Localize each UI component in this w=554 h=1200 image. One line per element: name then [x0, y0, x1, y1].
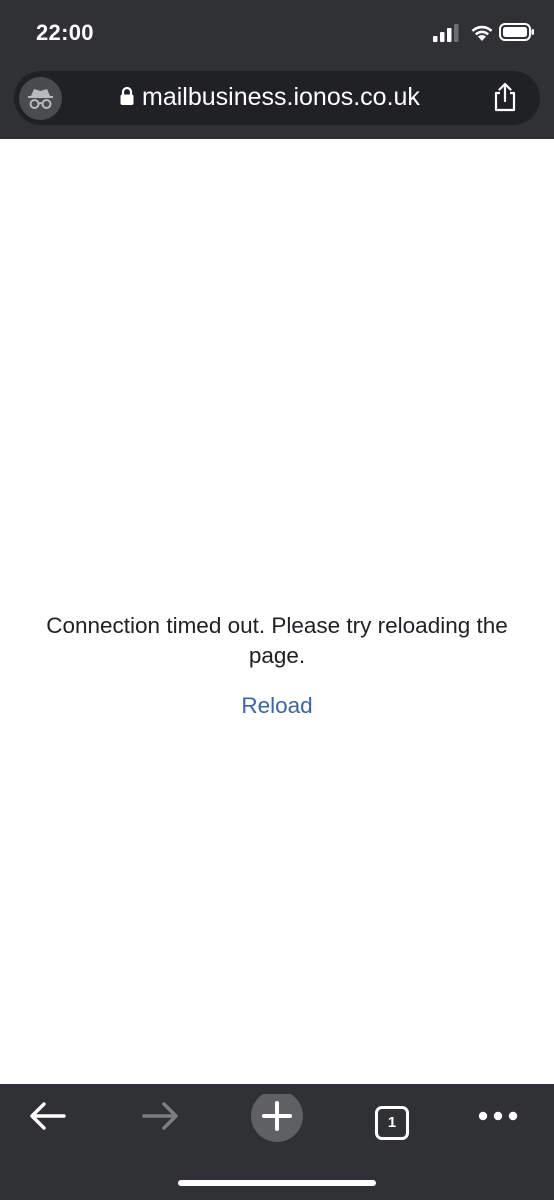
signal-icon — [433, 24, 459, 42]
address-bar[interactable]: mailbusiness.ionos.co.uk — [14, 71, 540, 125]
battery-icon — [499, 23, 534, 41]
forward-button[interactable] — [134, 1094, 190, 1150]
page-content: Connection timed out. Please try reloadi… — [0, 139, 554, 1084]
lock-icon — [120, 86, 134, 105]
tab-count: 1 — [375, 1106, 409, 1140]
incognito-icon[interactable] — [19, 77, 62, 120]
new-tab-button[interactable] — [249, 1094, 305, 1150]
share-icon[interactable] — [492, 82, 518, 112]
status-time: 22:00 — [36, 20, 94, 45]
browser-screen: 22:00 mailbusiness.ionos.co.uk Connectio… — [0, 0, 554, 1200]
url-text[interactable]: mailbusiness.ionos.co.uk — [142, 82, 420, 112]
error-message: Connection timed out. Please try reloadi… — [46, 613, 508, 668]
more-icon — [478, 1111, 518, 1121]
home-indicator — [178, 1180, 376, 1186]
reload-button[interactable]: Reload — [0, 691, 554, 721]
wifi-icon — [471, 25, 493, 41]
tab-switcher[interactable]: 1 — [364, 1094, 420, 1150]
new-tab-icon — [251, 1094, 303, 1142]
back-button[interactable] — [20, 1094, 76, 1150]
top-chrome: 22:00 mailbusiness.ionos.co.uk — [0, 0, 554, 139]
bottom-toolbar: 1 — [0, 1084, 554, 1200]
forward-icon — [142, 1102, 178, 1130]
back-icon — [30, 1102, 66, 1130]
more-button[interactable] — [470, 1094, 526, 1150]
